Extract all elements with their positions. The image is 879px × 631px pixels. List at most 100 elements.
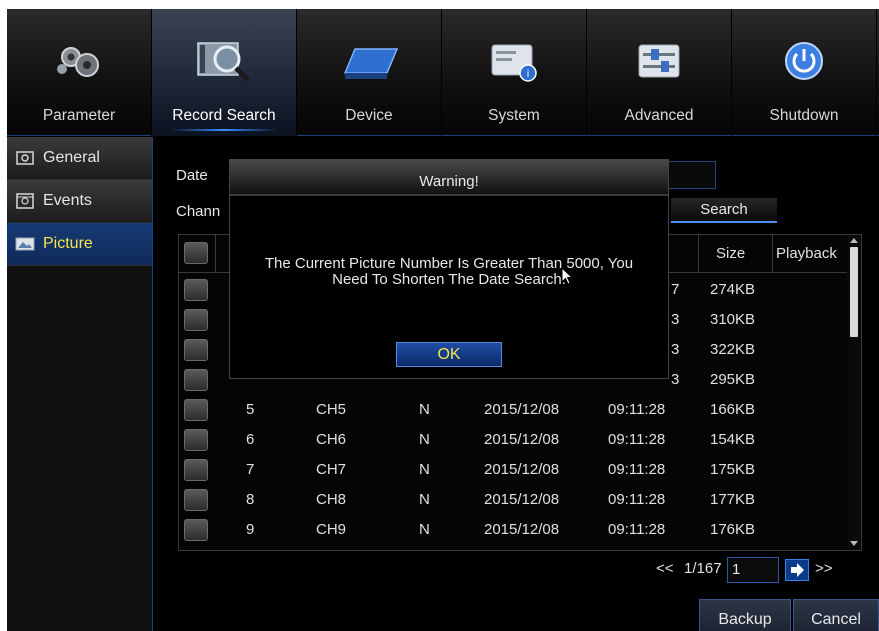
prev-page-button[interactable]: <<: [656, 560, 674, 577]
nav-shutdown[interactable]: Shutdown: [732, 9, 877, 136]
table-row[interactable]: 7 CH7 N 2015/12/08 09:11:28 175KB: [179, 455, 849, 485]
row-checkbox[interactable]: [184, 369, 208, 391]
table-row[interactable]: 6 CH6 N 2015/12/08 09:11:28 154KB: [179, 425, 849, 455]
row-checkbox[interactable]: [184, 279, 208, 301]
nav-label: Parameter: [42, 107, 116, 124]
nav-device[interactable]: Device: [297, 9, 442, 136]
gears-icon: [57, 47, 99, 77]
hard-drive-icon: [343, 48, 399, 79]
number-cell: 5: [246, 401, 255, 418]
row-checkbox[interactable]: [184, 489, 208, 511]
channel-cell: CH7: [316, 461, 347, 478]
table-scrollbar[interactable]: [847, 235, 861, 550]
type-cell: N: [419, 431, 430, 448]
size-cell: 177KB: [710, 491, 756, 508]
time-cell: 3: [671, 371, 680, 388]
warning-dialog: Warning! The Current Picture Number Is G…: [229, 159, 669, 379]
size-cell: 295KB: [710, 371, 756, 388]
page-number-input[interactable]: 1: [727, 557, 779, 583]
pagination: << 1/167 1 >>: [154, 557, 879, 583]
size-cell: 166KB: [710, 401, 756, 418]
row-checkbox[interactable]: [184, 339, 208, 361]
row-checkbox[interactable]: [184, 309, 208, 331]
column-divider: [698, 235, 699, 273]
size-cell: 154KB: [710, 431, 756, 448]
row-checkbox[interactable]: [184, 399, 208, 421]
type-cell: N: [419, 521, 430, 538]
go-page-button[interactable]: [785, 559, 809, 581]
nav-label: System: [488, 107, 540, 124]
column-divider: [215, 235, 216, 273]
nav-label: Record Search: [172, 107, 276, 124]
power-icon: [785, 42, 823, 80]
table-row[interactable]: 5 CH5 N 2015/12/08 09:11:28 166KB: [179, 395, 849, 425]
date-label: Date: [176, 167, 208, 184]
dialog-message-line: Need To Shorten The Date Search.: [332, 271, 566, 288]
row-checkbox[interactable]: [184, 519, 208, 541]
size-cell: 274KB: [710, 281, 756, 298]
sidebar: General Events Picture: [7, 137, 153, 631]
type-cell: N: [419, 401, 430, 418]
picture-icon: [15, 237, 35, 251]
general-icon: [16, 151, 34, 165]
mouse-cursor-icon: [561, 267, 573, 285]
cancel-button[interactable]: Cancel: [793, 599, 879, 631]
nav-advanced[interactable]: Advanced: [587, 9, 732, 136]
time-cell: 3: [671, 341, 680, 358]
sidebar-item-label: Picture: [43, 235, 93, 252]
nav-system[interactable]: i System: [442, 9, 587, 136]
top-navigation: Parameter Record Search Device i System …: [7, 9, 879, 136]
search-button[interactable]: Search: [671, 198, 777, 223]
nav-parameter[interactable]: Parameter: [7, 9, 152, 136]
date-cell: 2015/12/08: [484, 461, 560, 478]
type-cell: N: [419, 491, 430, 508]
film-search-icon: [197, 42, 250, 82]
table-row[interactable]: 9 CH9 N 2015/12/08 09:11:28 176KB: [179, 515, 849, 545]
size-cell: 322KB: [710, 341, 756, 358]
channel-cell: CH9: [316, 521, 347, 538]
time-cell: 09:11:28: [608, 461, 666, 478]
sidebar-item-label: Events: [43, 192, 92, 209]
sliders-icon: [638, 44, 680, 78]
select-all-checkbox[interactable]: [184, 242, 208, 264]
column-header-size: Size: [716, 245, 746, 262]
number-cell: 6: [246, 431, 255, 448]
type-cell: N: [419, 461, 430, 478]
row-checkbox[interactable]: [184, 459, 208, 481]
column-header-playback: Playback: [776, 245, 837, 262]
sidebar-item-picture[interactable]: Picture: [7, 223, 152, 266]
sidebar-item-general[interactable]: General: [7, 137, 152, 180]
size-cell: 175KB: [710, 461, 756, 478]
date-cell: 2015/12/08: [484, 401, 560, 418]
row-checkbox[interactable]: [184, 429, 208, 451]
page-info: 1/167: [684, 560, 722, 577]
time-cell: 09:11:28: [608, 401, 666, 418]
backup-button[interactable]: Backup: [699, 599, 791, 631]
arrow-right-icon: [791, 563, 804, 577]
scroll-down-arrow-icon[interactable]: [850, 541, 858, 546]
scroll-up-arrow-icon[interactable]: [850, 238, 858, 243]
time-cell: 09:11:28: [608, 491, 666, 508]
time-cell: 09:11:28: [608, 521, 666, 538]
number-cell: 7: [246, 461, 255, 478]
dialog-message: The Current Picture Number Is Greater Th…: [230, 256, 668, 288]
next-page-button[interactable]: >>: [815, 560, 833, 577]
time-cell: 09:11:28: [608, 431, 666, 448]
table-row[interactable]: 8 CH8 N 2015/12/08 09:11:28 177KB: [179, 485, 849, 515]
number-cell: 9: [246, 521, 255, 538]
channel-cell: CH5: [316, 401, 347, 418]
sidebar-item-events[interactable]: Events: [7, 180, 152, 223]
system-info-icon: i: [491, 44, 537, 82]
sidebar-item-label: General: [43, 149, 100, 166]
date-cell: 2015/12/08: [484, 431, 560, 448]
active-underline: [170, 129, 278, 131]
channel-label: Chann: [176, 203, 221, 220]
dialog-title: Warning!: [230, 160, 668, 196]
channel-cell: CH6: [316, 431, 347, 448]
nav-record-search[interactable]: Record Search: [152, 9, 297, 136]
date-cell: 2015/12/08: [484, 521, 560, 538]
date-cell: 2015/12/08: [484, 491, 560, 508]
scroll-thumb[interactable]: [850, 247, 858, 337]
ok-button[interactable]: OK: [396, 342, 502, 367]
time-cell: 7: [671, 281, 680, 298]
